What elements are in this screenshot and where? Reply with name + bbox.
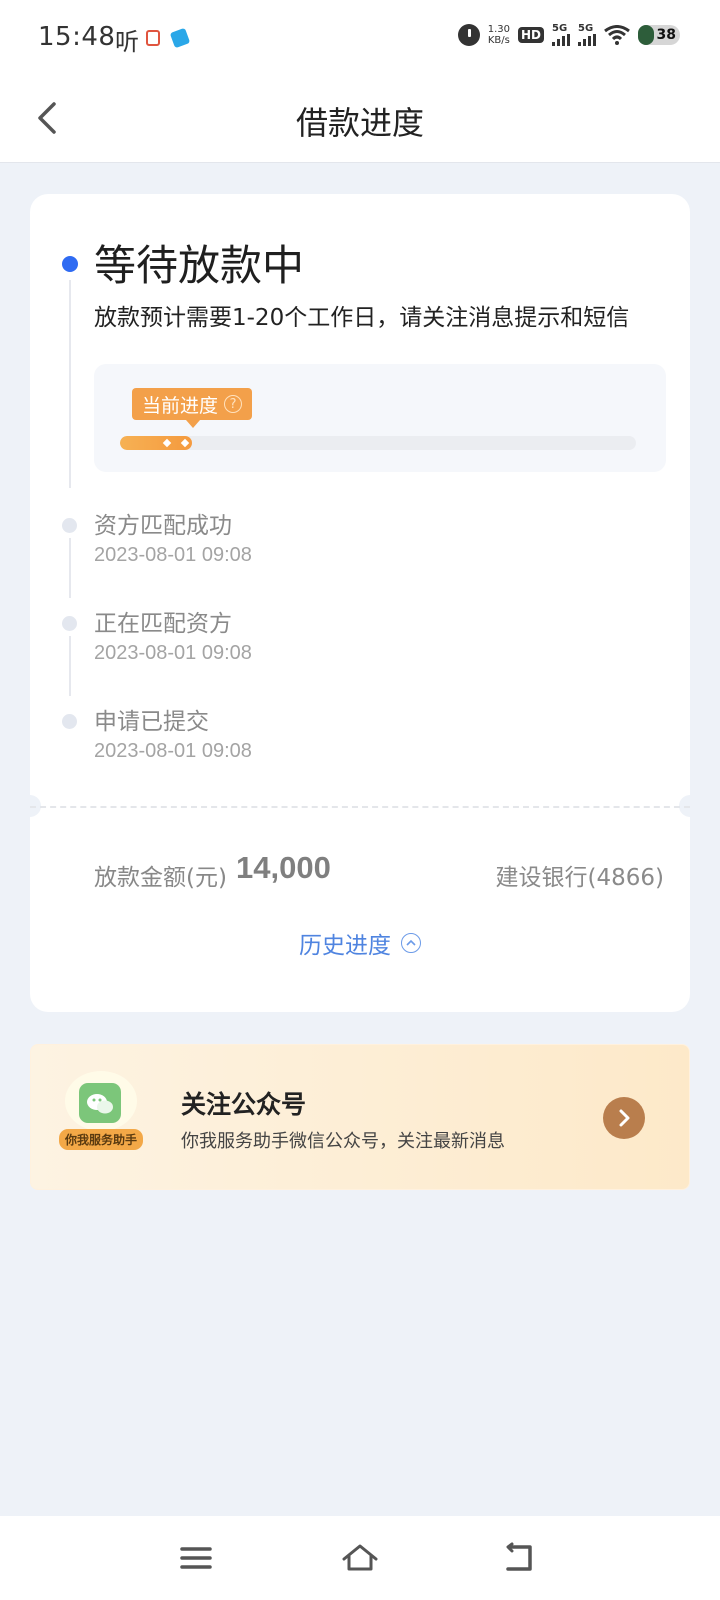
amount-label: 放款金额(元)	[94, 865, 227, 891]
hd-icon: HD	[517, 27, 544, 43]
status-bar: 15:48 听 1.30 KB/s HD 5G 5G 38	[0, 0, 720, 80]
follow-title: 关注公众号	[181, 1090, 307, 1119]
dashed-divider	[30, 806, 690, 808]
follow-official-account-banner[interactable]: 你我服务助手 关注公众号 你我服务助手微信公众号，关注最新消息	[30, 1044, 690, 1190]
step-time: 2023-08-01 09:08	[94, 642, 252, 664]
follow-subtitle: 你我服务助手微信公众号，关注最新消息	[181, 1131, 505, 1152]
system-navigation-bar	[0, 1516, 720, 1600]
history-progress-link[interactable]: 历史进度	[30, 926, 690, 960]
menu-icon[interactable]	[176, 1538, 216, 1578]
home-icon[interactable]	[340, 1538, 380, 1578]
loan-progress-card: 等待放款中 放款预计需要1-20个工作日，请关注消息提示和短信 当前进度 ? 资…	[19, 194, 701, 1012]
chevron-right-icon[interactable]	[603, 1097, 645, 1139]
step-label: 资方匹配成功	[94, 513, 232, 539]
app-notification-icon	[146, 30, 160, 46]
page-title: 借款进度	[295, 104, 424, 142]
signal-icon: 5G	[552, 24, 570, 46]
current-step-dot	[62, 256, 78, 272]
step-label: 申请已提交	[94, 709, 209, 735]
signal-icon: 5G	[578, 24, 596, 46]
status-icons: 1.30 KB/s HD 5G 5G 38	[457, 24, 680, 46]
timeline-line	[69, 538, 71, 598]
assistant-badge: 你我服务助手	[59, 1129, 144, 1150]
step-time: 2023-08-01 09:08	[94, 740, 252, 762]
current-progress-tag[interactable]: 当前进度 ?	[132, 388, 253, 428]
progress-bar	[120, 436, 636, 450]
step-time: 2023-08-01 09:08	[94, 544, 252, 566]
telegram-icon	[169, 27, 191, 49]
battery-icon: 38	[638, 25, 680, 45]
timeline-line	[69, 280, 71, 488]
step-label: 正在匹配资方	[94, 611, 232, 637]
current-status-title: 等待放款中	[94, 241, 305, 290]
ting-app-icon: 听	[115, 28, 139, 56]
progress-bar-fill	[120, 436, 193, 450]
timeline-line	[69, 636, 71, 696]
alarm-icon	[457, 24, 480, 46]
progress-box: 当前进度 ?	[94, 364, 666, 472]
wechat-icon	[79, 1083, 121, 1123]
history-progress-label: 历史进度	[299, 933, 391, 959]
question-icon: ?	[224, 395, 243, 413]
step-dot	[62, 714, 77, 729]
amount-value: 14,000	[236, 850, 331, 885]
wifi-icon	[604, 25, 630, 45]
step-dot	[62, 616, 77, 631]
network-speed: 1.30 KB/s	[487, 24, 510, 46]
current-progress-label: 当前进度	[142, 394, 219, 417]
current-status-description: 放款预计需要1-20个工作日，请关注消息提示和短信	[94, 305, 630, 331]
page-header: 借款进度	[0, 80, 720, 163]
back-icon[interactable]	[500, 1538, 540, 1578]
chevron-up-icon	[401, 933, 421, 953]
status-time: 15:48	[38, 22, 116, 52]
step-dot	[62, 518, 77, 533]
bank-account: 建设银行(4866)	[495, 865, 664, 891]
